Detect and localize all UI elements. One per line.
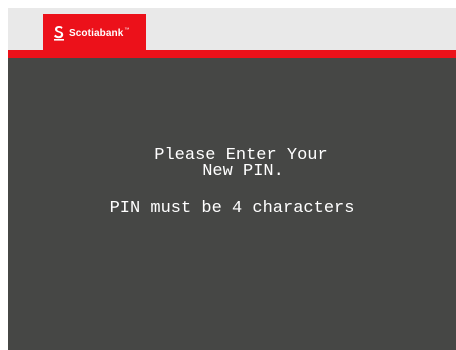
- scotiabank-logo-text: Scotiabank: [69, 27, 124, 39]
- scotiabank-logo: Scotiabank ™: [43, 14, 146, 52]
- prompt-line-2: New PIN.: [202, 162, 284, 181]
- pin-length-requirement: PIN must be 4 characters: [109, 199, 355, 218]
- trademark-symbol: ™: [124, 27, 130, 33]
- scotiabank-s-logo-icon: [54, 26, 64, 41]
- atm-screen: Scotiabank ™ Please Enter Your New PIN. P…: [8, 8, 456, 350]
